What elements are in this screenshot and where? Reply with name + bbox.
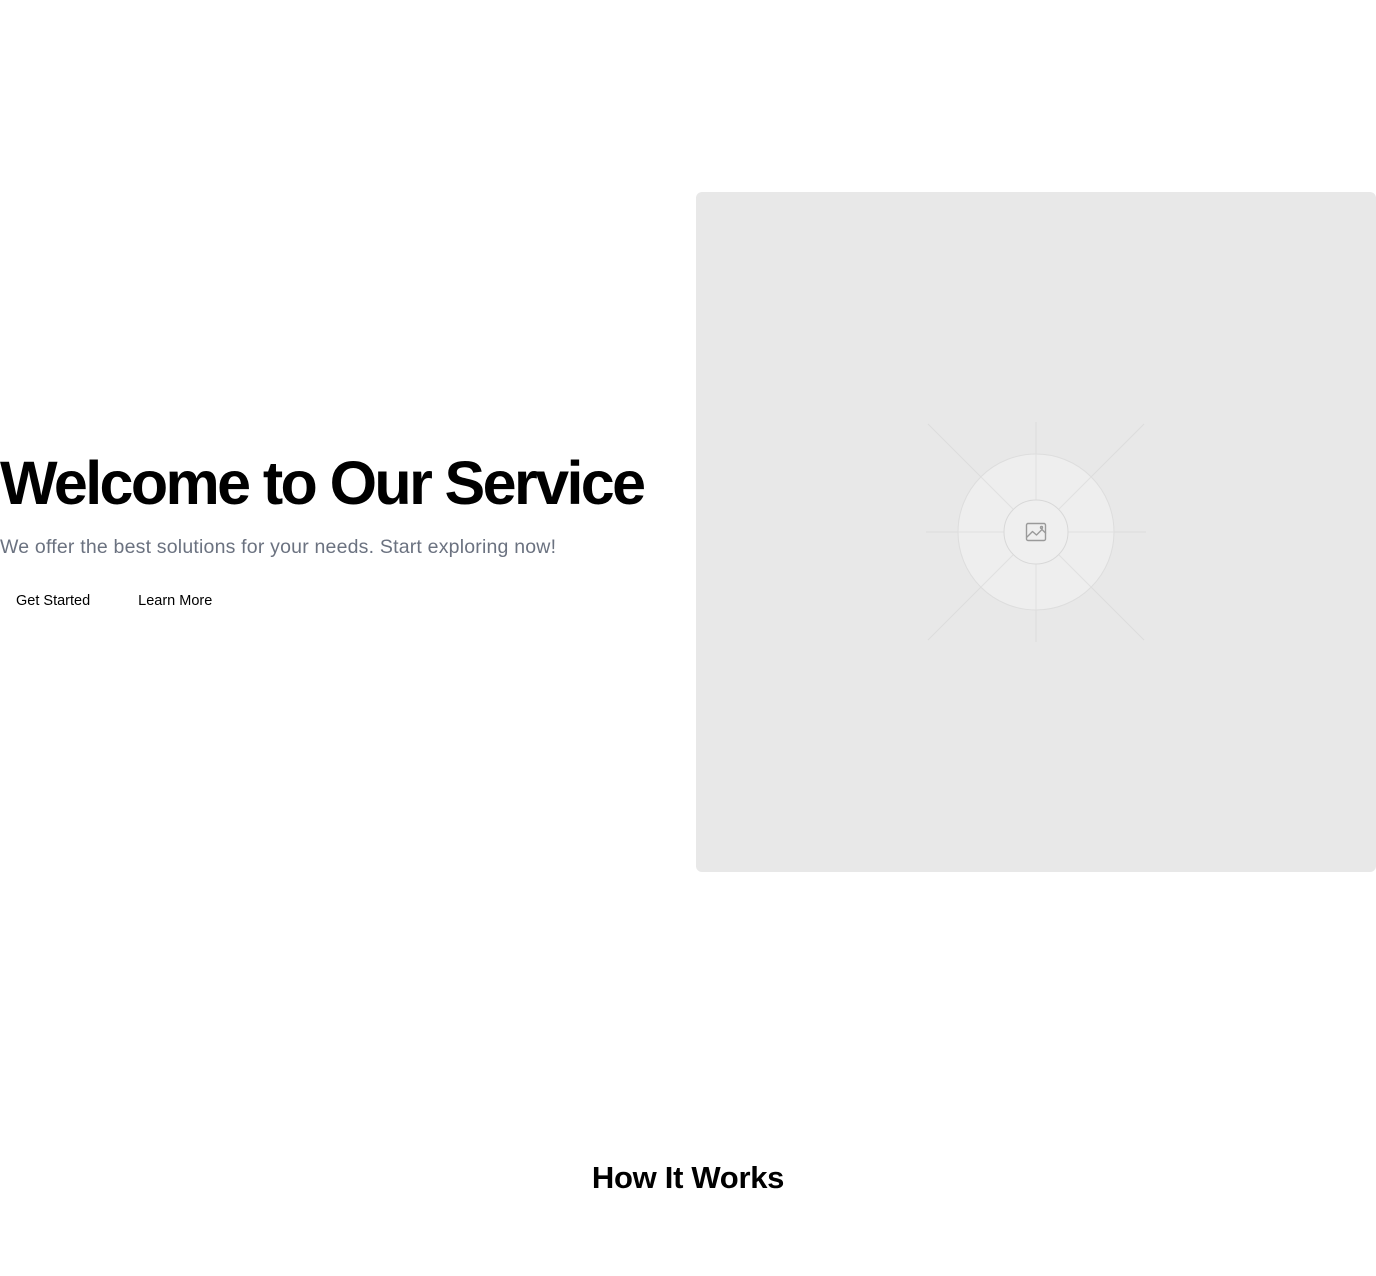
hero-section: Welcome to Our Service We offer the best… bbox=[0, 0, 1376, 1064]
hero-text-block: Welcome to Our Service We offer the best… bbox=[0, 450, 680, 618]
hero-title: Welcome to Our Service bbox=[0, 449, 646, 517]
get-started-button[interactable]: Get Started bbox=[0, 584, 106, 618]
image-placeholder-graphic bbox=[926, 422, 1146, 642]
hero-subtitle: We offer the best solutions for your nee… bbox=[0, 536, 557, 558]
hero-image-placeholder bbox=[696, 192, 1376, 872]
how-it-works-title: How It Works bbox=[591, 1160, 785, 1195]
learn-more-button[interactable]: Learn More bbox=[122, 584, 228, 618]
hero-actions: Get Started Learn More bbox=[0, 584, 680, 618]
